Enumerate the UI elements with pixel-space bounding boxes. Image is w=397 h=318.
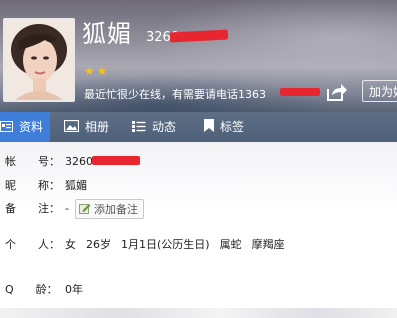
remark-value: - [65,202,69,215]
tab-label: 资料 [19,120,44,134]
age-value: 26岁 [86,238,111,251]
profile-nickname: 狐媚 [82,20,132,48]
tab-bar: 资料 相册 动态 标签 [0,112,397,142]
level-stars[interactable]: ★ ★ [84,60,110,79]
add-remark-button[interactable]: 添加备注 [74,199,144,219]
feed-list-icon [132,113,146,143]
nickname-label: 昵 称： [5,179,60,192]
photo-icon [63,113,80,143]
tab-label: 相册 [85,120,110,134]
qage-value: 0年 [65,283,83,296]
constellation-value: 摩羯座 [251,238,285,251]
cut-off-row [0,308,397,318]
nickname-value: 狐媚 [65,179,87,192]
star-icon: ★ [84,64,95,78]
account-label: 帐 号： [5,155,60,168]
profile-header: 狐媚 3260 ★★ 最近忙很少在线，有需要请电话1363 加为好友 [0,0,397,112]
qage-label: Q 龄： [5,283,58,296]
edit-note-icon [78,203,91,217]
share-icon [327,84,347,101]
redaction-mark [92,156,140,165]
redaction-mark [280,88,320,96]
tab-label: 动态 [152,120,177,134]
zodiac-value: 属蛇 [219,238,242,251]
personal-label: 个 人： [5,238,60,251]
profile-card-icon [0,113,13,143]
status-message: 最近忙很少在线，有需要请电话1363 [84,88,266,101]
bookmark-icon [204,113,214,143]
birthday-value: 1月1日(公历生日) [121,238,210,251]
star-icon: ★ [96,64,108,78]
add-friend-button[interactable]: 加为好友 [362,80,397,102]
avatar[interactable] [3,18,75,102]
qage-row: Q 龄： 0年 [5,281,83,297]
add-remark-label: 添加备注 [93,203,138,216]
tab-tags[interactable]: 标签 [204,112,244,142]
profile-details: 帐 号： 32605 昵 称： 狐媚 备 注： - 添加备注 个 人： 女 26岁 1月1日(… [0,142,397,318]
remark-label: 备 注： [5,202,60,215]
tab-label: 标签 [220,120,245,134]
redaction-mark [169,29,229,43]
account-row: 帐 号： 32605 [5,153,100,169]
tab-profile[interactable]: 资料 [0,112,50,142]
nickname-row: 昵 称： 狐媚 [5,177,87,193]
gender-value: 女 [65,238,76,251]
share-button[interactable] [326,82,348,102]
remark-row: 备 注： - 添加备注 [5,199,144,219]
tab-photos[interactable]: 相册 [63,112,110,143]
tab-feed[interactable]: 动态 [132,112,176,142]
personal-row: 个 人： 女 26岁 1月1日(公历生日) 属蛇 摩羯座 [5,236,295,252]
